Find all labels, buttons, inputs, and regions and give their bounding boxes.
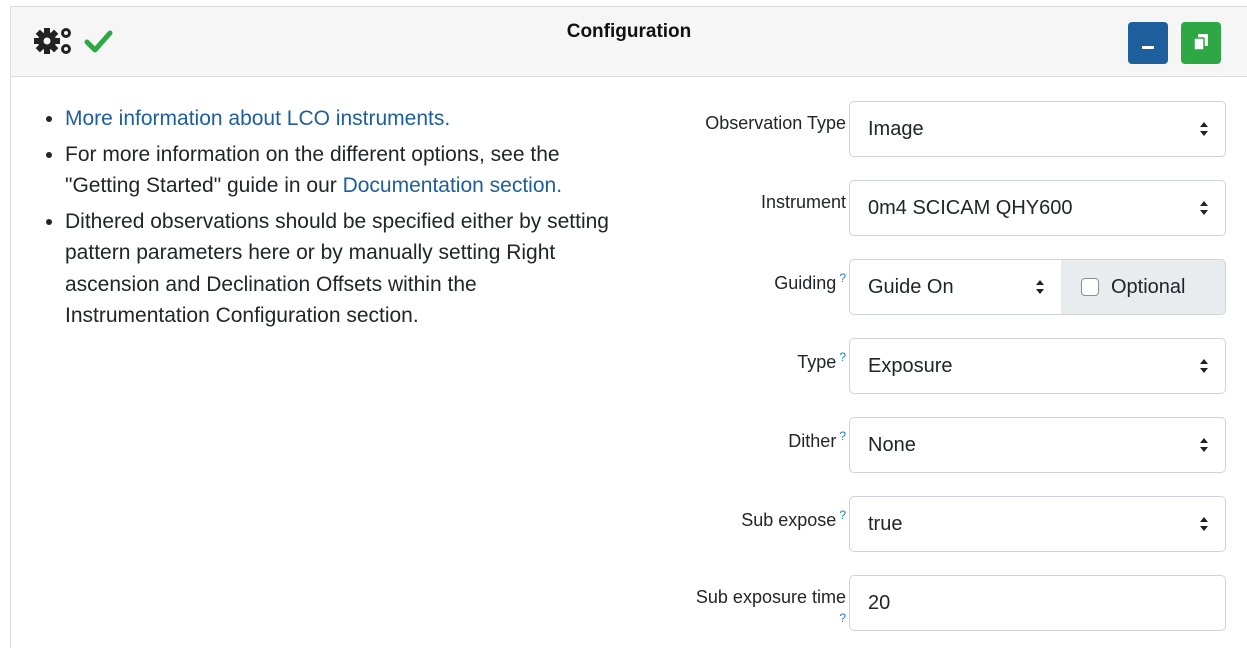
guiding-row: Guiding? Guide On Optional: [641, 259, 1235, 315]
copy-button[interactable]: [1181, 22, 1221, 64]
sub-expose-help-link[interactable]: ?: [839, 508, 846, 522]
type-help-link[interactable]: ?: [839, 350, 846, 364]
sub-expose-label-wrap: Sub expose?: [741, 508, 846, 531]
sub-expose-row: Sub expose? true: [641, 496, 1235, 552]
info-item: More information about LCO instruments.: [65, 103, 609, 135]
guiding-help-link[interactable]: ?: [839, 271, 846, 285]
select-arrows-icon: [1199, 119, 1209, 145]
info-list: More information about LCO instruments. …: [39, 103, 609, 332]
guiding-select[interactable]: Guide On: [849, 259, 1062, 315]
sub-exposure-time-input[interactable]: 20: [849, 575, 1226, 631]
documentation-link[interactable]: Documentation section.: [343, 174, 562, 197]
instrument-row: Instrument 0m4 SCICAM QHY600: [641, 180, 1235, 236]
instrument-select[interactable]: 0m4 SCICAM QHY600: [849, 180, 1226, 236]
copy-icon: [1193, 33, 1209, 54]
observation-type-select[interactable]: Image: [849, 101, 1226, 157]
sub-exposure-time-row: Sub exposure time ? 20: [641, 575, 1235, 631]
optional-checkbox[interactable]: [1081, 278, 1099, 296]
configuration-panel: Configuration More information about LCO…: [10, 6, 1247, 648]
optional-label: Optional: [1111, 275, 1186, 298]
sub-exposure-time-label: Sub exposure time: [695, 587, 846, 607]
input-value: 20: [868, 591, 891, 614]
select-value: true: [868, 512, 903, 535]
select-arrows-icon: [1199, 435, 1209, 461]
lco-instruments-link[interactable]: More information about LCO instruments.: [65, 107, 450, 130]
select-arrows-icon: [1035, 277, 1045, 303]
panel-title: Configuration: [566, 21, 692, 42]
select-value: Image: [868, 117, 924, 140]
type-select[interactable]: Exposure: [849, 338, 1226, 394]
info-list-container: More information about LCO instruments. …: [39, 103, 609, 336]
select-arrows-icon: [1199, 198, 1209, 224]
guiding-optional-group: Optional: [1061, 259, 1226, 315]
guiding-label: Guiding: [774, 273, 837, 293]
select-arrows-icon: [1199, 356, 1209, 382]
select-value: Guide On: [868, 275, 954, 298]
dither-select[interactable]: None: [849, 417, 1226, 473]
observation-type-label: Observation Type: [705, 113, 846, 133]
sub-expose-select[interactable]: true: [849, 496, 1226, 552]
info-text: Dithered observations should be specifie…: [65, 209, 609, 328]
guiding-label-wrap: Guiding?: [774, 271, 846, 294]
select-value: 0m4 SCICAM QHY600: [868, 196, 1073, 219]
panel-header: Configuration: [11, 7, 1247, 77]
type-label-wrap: Type?: [797, 350, 846, 373]
observation-type-row: Observation Type Image: [641, 101, 1235, 157]
type-row: Type? Exposure: [641, 338, 1235, 394]
sub-exposure-time-help-link[interactable]: ?: [839, 611, 846, 625]
type-label: Type: [797, 352, 837, 372]
select-value: None: [868, 433, 916, 456]
select-value: Exposure: [868, 354, 953, 377]
instrument-label: Instrument: [760, 192, 846, 212]
dither-label-wrap: Dither?: [788, 429, 846, 452]
info-item: Dithered observations should be specifie…: [65, 206, 609, 332]
select-arrows-icon: [1199, 514, 1209, 540]
minimize-button[interactable]: [1128, 22, 1168, 64]
minimize-icon: [1140, 34, 1156, 53]
dither-label: Dither: [788, 431, 837, 451]
info-item: For more information on the different op…: [65, 139, 609, 202]
dither-row: Dither? None: [641, 417, 1235, 473]
dither-help-link[interactable]: ?: [839, 429, 846, 443]
sub-expose-label: Sub expose: [741, 510, 837, 530]
